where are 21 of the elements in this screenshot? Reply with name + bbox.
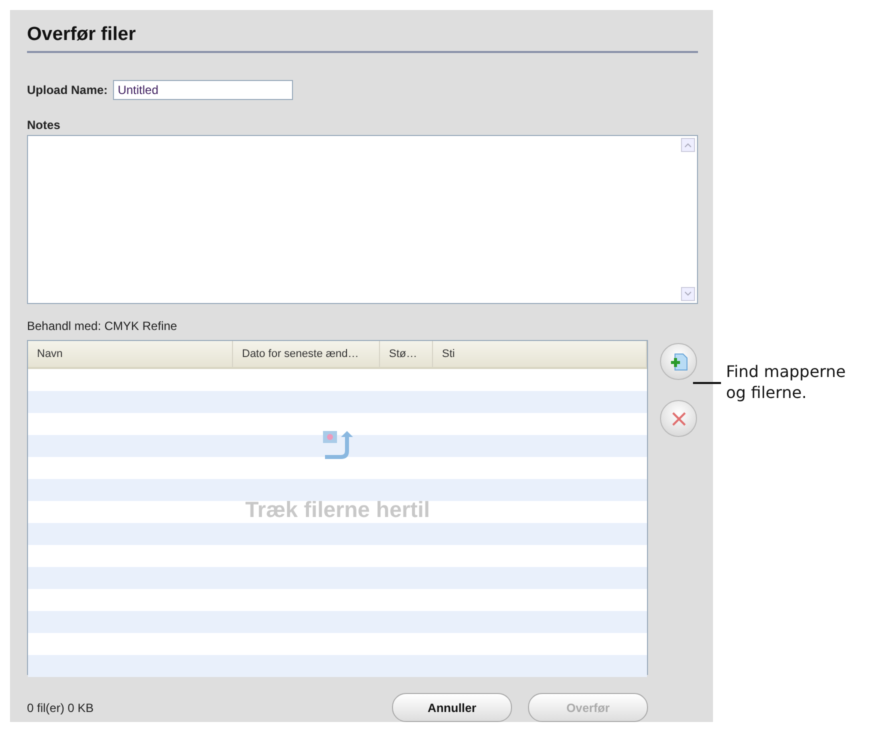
add-file-icon	[668, 352, 688, 372]
column-header[interactable]: Sti	[433, 341, 647, 367]
dialog-button[interactable]: Annuller	[392, 693, 512, 722]
column-header[interactable]: Stø…	[380, 341, 433, 367]
drop-files-icon	[320, 429, 354, 459]
scroll-down-icon[interactable]	[681, 287, 695, 301]
upload-name-label: Upload Name:	[27, 83, 108, 97]
notes-label: Notes	[27, 118, 62, 132]
column-header[interactable]: Navn	[28, 341, 233, 367]
leader-line	[693, 382, 721, 384]
scroll-up-icon[interactable]	[681, 138, 695, 152]
close-icon	[670, 410, 686, 426]
notes-field[interactable]	[27, 135, 698, 304]
dialog-title: Overfør filer	[27, 24, 698, 53]
add-files-button[interactable]	[660, 343, 697, 380]
callout-text: Find mapperne og filerne.	[726, 362, 847, 404]
process-label: Behandl med: CMYK Refine	[27, 319, 178, 333]
column-header[interactable]: Dato for seneste ænd…	[233, 341, 380, 367]
upload-name-field[interactable]: Untitled	[112, 80, 293, 100]
remove-button[interactable]	[660, 400, 697, 437]
file-count: 0 fil(er) 0 KB	[27, 700, 95, 714]
